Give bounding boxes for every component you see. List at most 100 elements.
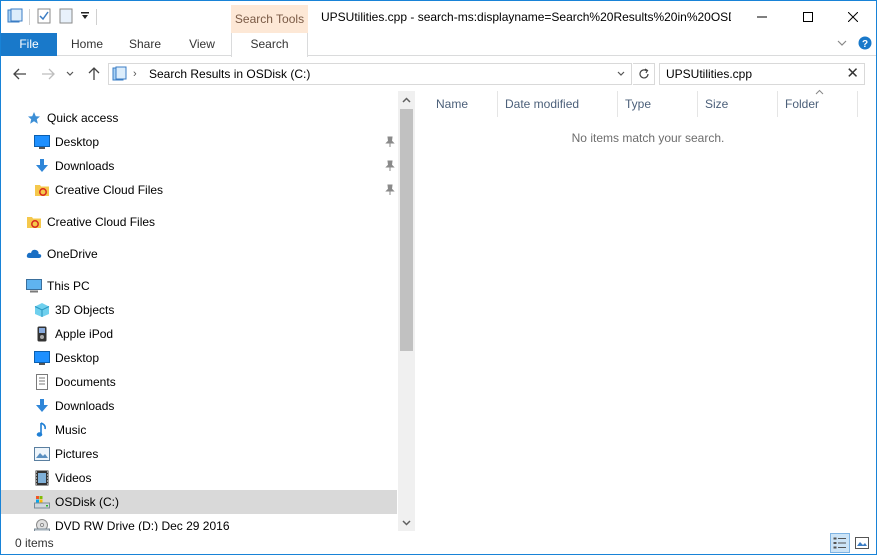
up-button[interactable] xyxy=(85,65,103,83)
new-folder-icon[interactable] xyxy=(58,8,74,27)
help-icon[interactable]: ? xyxy=(858,36,872,53)
close-button[interactable] xyxy=(830,1,876,33)
forward-button[interactable] xyxy=(39,65,57,83)
column-header-name[interactable]: Name xyxy=(429,91,498,117)
properties-icon[interactable] xyxy=(36,8,52,27)
expand-ribbon-icon[interactable] xyxy=(836,37,848,52)
maximize-button[interactable] xyxy=(785,1,831,33)
recent-locations-button[interactable] xyxy=(64,65,76,83)
tab-share[interactable]: Share xyxy=(121,33,169,56)
film-icon xyxy=(34,470,50,486)
back-button[interactable] xyxy=(11,65,29,83)
search-folder-icon xyxy=(112,66,128,85)
nav-item-pictures[interactable]: Pictures xyxy=(1,442,397,466)
status-bar: 0 items xyxy=(1,531,876,554)
star-icon xyxy=(26,110,42,126)
nav-item-desktop-pinned[interactable]: Desktop xyxy=(1,130,397,154)
qat-separator xyxy=(29,9,30,25)
cube-icon xyxy=(34,302,50,318)
nav-item-music[interactable]: Music xyxy=(1,418,397,442)
nav-item-label: Documents xyxy=(55,375,116,389)
pin-icon[interactable] xyxy=(384,183,396,197)
nav-item-osdisk[interactable]: OSDisk (C:) xyxy=(1,490,397,514)
item-count: 0 items xyxy=(15,536,54,550)
large-icons-view-button[interactable] xyxy=(852,533,872,553)
nav-item-documents[interactable]: Documents xyxy=(1,370,397,394)
details-view-button[interactable] xyxy=(830,533,850,553)
nav-item-downloads-pinned[interactable]: Downloads xyxy=(1,154,397,178)
sort-ascending-icon xyxy=(815,87,824,97)
search-box[interactable]: ✕ xyxy=(659,63,865,85)
nav-item-onedrive[interactable]: OneDrive xyxy=(1,242,397,266)
nav-item-this-pc[interactable]: This PC xyxy=(1,274,397,298)
refresh-icon xyxy=(638,68,649,79)
nav-item-label: Creative Cloud Files xyxy=(47,215,156,229)
nav-item-label: Desktop xyxy=(55,351,100,365)
large-icons-view-icon xyxy=(855,537,869,549)
refresh-button[interactable] xyxy=(633,63,655,85)
nav-item-label: Downloads xyxy=(55,159,115,173)
up-arrow-icon xyxy=(88,67,100,80)
music-note-icon xyxy=(34,422,50,438)
column-header-date-modified[interactable]: Date modified xyxy=(498,91,618,117)
nav-item-downloads[interactable]: Downloads xyxy=(1,394,397,418)
back-arrow-icon xyxy=(13,68,26,80)
tab-file[interactable]: File xyxy=(1,33,57,56)
window-title: UPSUtilities.cpp - search-ms:displayname… xyxy=(321,10,731,24)
customize-qat-icon[interactable] xyxy=(80,10,90,24)
scroll-up-icon[interactable] xyxy=(398,91,415,108)
creative-cloud-folder-icon xyxy=(34,182,50,198)
nav-item-videos[interactable]: Videos xyxy=(1,466,397,490)
minimize-button[interactable] xyxy=(739,1,785,33)
creative-cloud-folder-icon xyxy=(26,214,42,230)
pin-icon[interactable] xyxy=(384,159,396,173)
nav-item-label: OneDrive xyxy=(47,247,98,261)
quick-access-toolbar xyxy=(7,8,97,26)
nav-item-label: Pictures xyxy=(55,447,99,461)
nav-item-creative-cloud[interactable]: Creative Cloud Files xyxy=(1,210,397,234)
file-list-pane: Name Date modified Type Size Folder No i… xyxy=(415,89,876,531)
column-header-size[interactable]: Size xyxy=(698,91,778,117)
nav-item-apple-ipod[interactable]: Apple iPod xyxy=(1,322,397,346)
nav-item-label: Creative Cloud Files xyxy=(55,183,164,197)
desktop-icon xyxy=(34,134,50,150)
nav-item-label: Videos xyxy=(55,471,92,485)
tab-home[interactable]: Home xyxy=(63,33,111,56)
minimize-icon xyxy=(757,16,767,18)
search-input[interactable] xyxy=(666,66,836,82)
document-icon xyxy=(34,374,50,390)
forward-arrow-icon xyxy=(42,68,55,80)
nav-item-label: Apple iPod xyxy=(55,327,114,341)
computer-icon xyxy=(26,278,42,294)
maximize-icon xyxy=(803,12,813,22)
scrollbar-thumb[interactable] xyxy=(400,109,413,351)
desktop-icon xyxy=(34,350,50,366)
ribbon-tab-bar: File Home Share View Search ? xyxy=(1,33,876,57)
nav-item-label: Downloads xyxy=(55,399,115,413)
nav-item-desktop[interactable]: Desktop xyxy=(1,346,397,370)
navigation-pane-scrollbar[interactable] xyxy=(398,91,415,531)
ipod-icon xyxy=(34,326,50,342)
pin-icon[interactable] xyxy=(384,135,396,149)
column-header-type[interactable]: Type xyxy=(618,91,698,117)
nav-item-label: Quick access xyxy=(47,111,119,125)
nav-item-label: Desktop xyxy=(55,135,100,149)
address-bar[interactable]: › Search Results in OSDisk (C:) xyxy=(108,63,632,85)
empty-results-message: No items match your search. xyxy=(571,131,725,145)
scroll-down-icon[interactable] xyxy=(398,514,415,531)
breadcrumb-chevron-icon[interactable]: › xyxy=(133,64,137,84)
download-icon xyxy=(34,398,50,414)
nav-item-quick-access[interactable]: Quick access xyxy=(1,106,397,130)
tab-search[interactable]: Search xyxy=(231,33,308,57)
clear-search-icon[interactable]: ✕ xyxy=(846,65,859,83)
address-dropdown-button[interactable] xyxy=(611,64,631,84)
folder-window-icon[interactable] xyxy=(7,8,23,27)
cloud-icon xyxy=(26,246,42,262)
tab-view[interactable]: View xyxy=(179,33,225,56)
chevron-down-icon xyxy=(617,71,625,76)
nav-item-label: OSDisk (C:) xyxy=(55,495,119,509)
nav-item-3d-objects[interactable]: 3D Objects xyxy=(1,298,397,322)
nav-item-creative-cloud-pinned[interactable]: Creative Cloud Files xyxy=(1,178,397,202)
ribbon-controls: ? xyxy=(836,36,872,53)
nav-item-label: This PC xyxy=(47,279,90,293)
